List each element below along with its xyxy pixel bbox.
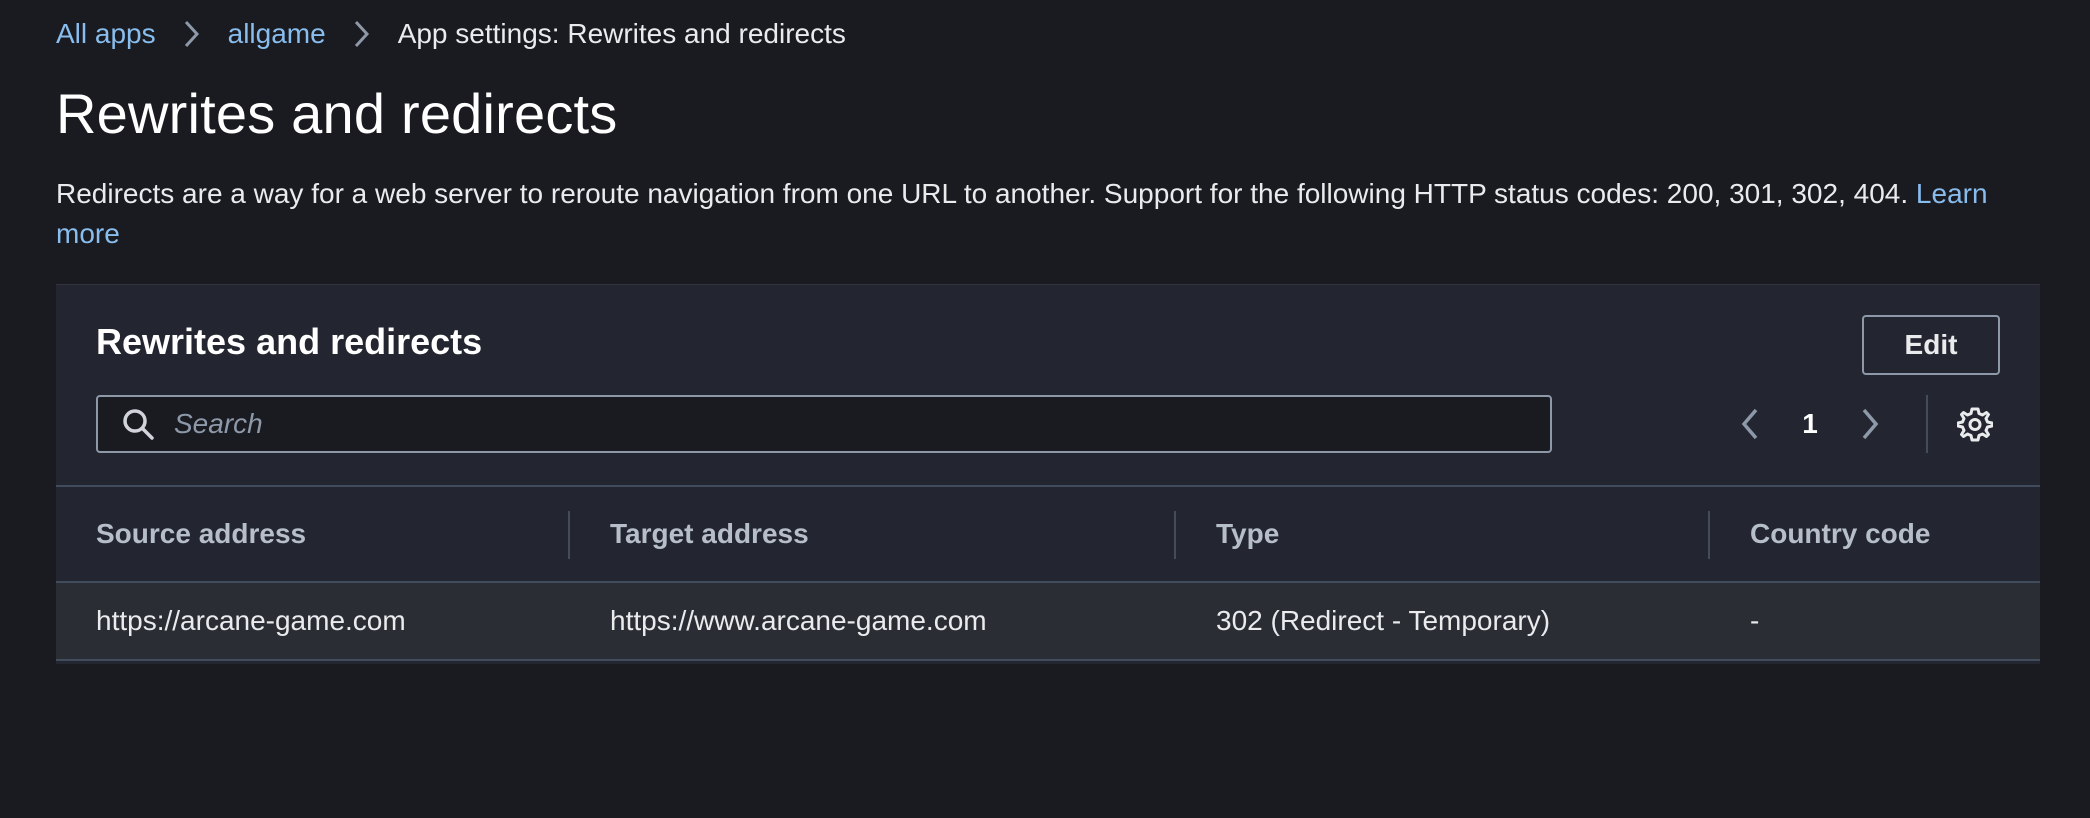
column-header-type[interactable]: Type [1176, 485, 1710, 583]
column-header-label: Target address [610, 518, 809, 549]
cell-type: 302 (Redirect - Temporary) [1176, 582, 1710, 661]
next-page-button[interactable] [1840, 395, 1900, 453]
search-icon [110, 407, 166, 441]
table-header-row: Source address Target address Type Count… [56, 485, 2040, 583]
search-input[interactable] [166, 407, 1550, 441]
column-header-label: Type [1216, 518, 1280, 549]
page-description: Redirects are a way for a web server to … [56, 174, 2036, 254]
page-title: Rewrites and redirects [56, 82, 618, 145]
rewrites-redirects-panel: Rewrites and redirects Edit 1 [56, 284, 2040, 664]
chevron-right-icon [156, 14, 228, 54]
breadcrumb-app-link[interactable]: allgame [228, 18, 326, 50]
description-text: Redirects are a way for a web server to … [56, 178, 1909, 209]
column-header-source-address[interactable]: Source address [56, 485, 570, 583]
panel-title: Rewrites and redirects [96, 321, 483, 362]
gear-icon[interactable] [1950, 399, 2000, 449]
current-page-number[interactable]: 1 [1780, 408, 1840, 440]
pagination: 1 [1720, 395, 2000, 453]
search-box [96, 395, 1552, 453]
cell-source-address: https://arcane-game.com [56, 582, 570, 661]
breadcrumb-current-page: App settings: Rewrites and redirects [397, 18, 846, 49]
column-header-label: Country code [1750, 518, 1931, 549]
rules-table: Source address Target address Type Count… [56, 485, 2040, 661]
chevron-right-icon [1862, 408, 1879, 440]
chevron-left-icon [1741, 408, 1758, 440]
app-page: All apps allgame App settings: Rewrites … [0, 0, 2090, 818]
column-header-target-address[interactable]: Target address [570, 485, 1176, 583]
column-header-label: Source address [96, 518, 307, 549]
chevron-right-icon [326, 14, 398, 54]
breadcrumb: All apps allgame App settings: Rewrites … [56, 0, 2034, 68]
pagination-divider [1926, 395, 1928, 453]
breadcrumb-all-apps-link[interactable]: All apps [56, 18, 156, 50]
cell-country-code: - [1710, 582, 2040, 661]
edit-button[interactable]: Edit [1862, 315, 2000, 375]
panel-header: Rewrites and redirects Edit 1 [56, 285, 2040, 485]
column-header-country-code[interactable]: Country code [1710, 485, 2040, 583]
table-row[interactable]: https://arcane-game.com https://www.arca… [56, 582, 2040, 661]
previous-page-button[interactable] [1720, 395, 1780, 453]
cell-target-address: https://www.arcane-game.com [570, 582, 1176, 661]
